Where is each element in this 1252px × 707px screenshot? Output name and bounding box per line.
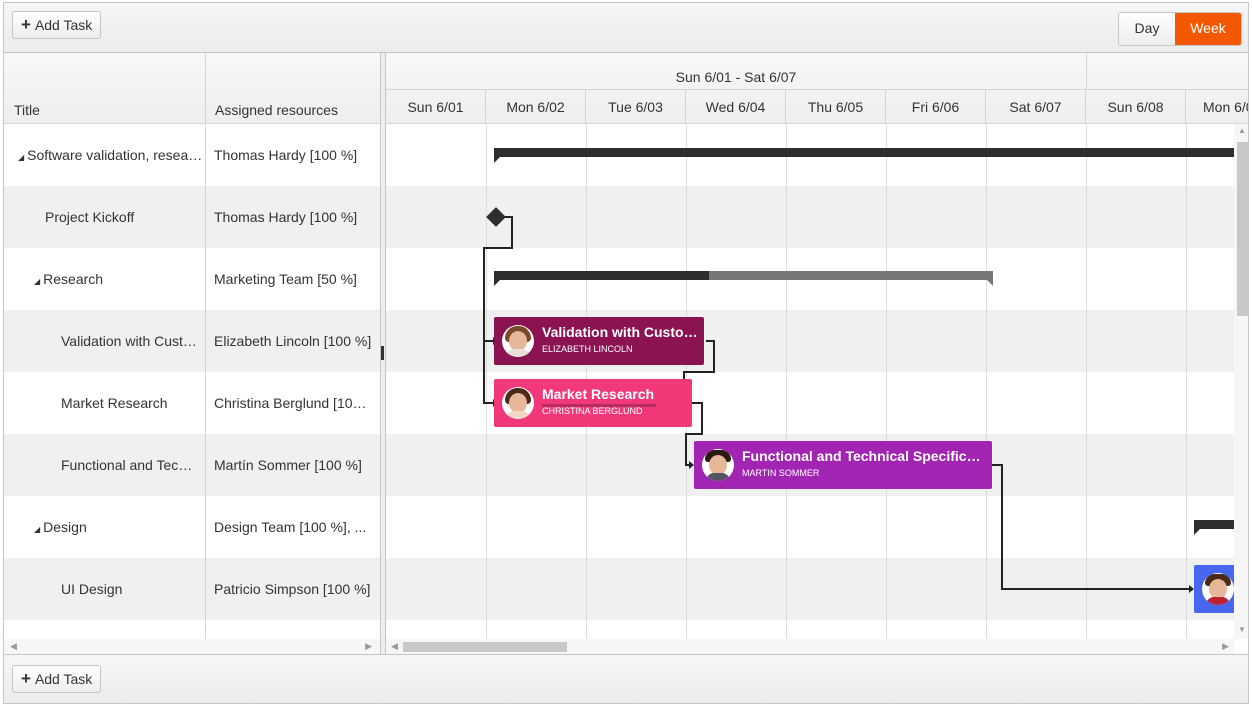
grid-row[interactable]: Market Research Christina Berglund [100 … bbox=[4, 372, 380, 434]
scroll-up-icon[interactable]: ▲ bbox=[1238, 126, 1246, 135]
grid-row[interactable]: UI Design Patricio Simpson [100 %] bbox=[4, 558, 380, 620]
timeline: Sun 6/01 - Sat 6/07 Sun 6/01 Mon 6/02 Tu… bbox=[386, 53, 1248, 654]
week-label: Sun 6/01 - Sat 6/07 bbox=[675, 69, 797, 85]
row-title: Design bbox=[43, 519, 87, 535]
summary-bar-software-validation[interactable] bbox=[494, 148, 1234, 163]
header-divider bbox=[205, 53, 206, 124]
day-header: Tue 6/03 bbox=[586, 90, 686, 124]
task-bar-market-research[interactable]: Market Research CHRISTINA BERGLUND bbox=[494, 379, 692, 427]
day-header: Thu 6/05 bbox=[786, 90, 886, 124]
grid-row[interactable]: Validation with Customers Elizabeth Linc… bbox=[4, 310, 380, 372]
day-header: Fri 6/06 bbox=[886, 90, 986, 124]
avatar bbox=[1202, 573, 1234, 605]
scroll-right-icon[interactable]: ▶ bbox=[365, 641, 372, 652]
avatar bbox=[502, 387, 534, 419]
day-header: Mon 6/02 bbox=[486, 90, 586, 124]
row-title: Market Research bbox=[61, 395, 168, 411]
scroll-down-icon[interactable]: ▼ bbox=[1238, 625, 1246, 634]
row-title: Project Kickoff bbox=[45, 209, 135, 225]
row-title: Software validation, research and implem… bbox=[27, 147, 204, 163]
scroll-right-icon[interactable]: ▶ bbox=[1222, 641, 1229, 652]
task-bar-functional-spec[interactable]: Functional and Technical Specification M… bbox=[694, 441, 992, 489]
row-resources: Patricio Simpson [100 %] bbox=[214, 581, 371, 597]
grid-row[interactable]: ◢ Research Marketing Team [50 %] bbox=[4, 248, 380, 310]
day-header: Wed 6/04 bbox=[686, 90, 786, 124]
avatar bbox=[702, 449, 734, 481]
row-resources: Christina Berglund [100 %] bbox=[214, 395, 374, 411]
collapse-icon[interactable]: ◢ bbox=[34, 525, 40, 534]
grid-header: Title Assigned resources bbox=[4, 53, 380, 124]
summary-bar-research[interactable] bbox=[494, 271, 993, 286]
top-toolbar: + Add Task Day Week bbox=[4, 3, 1248, 53]
add-task-button[interactable]: + Add Task bbox=[12, 665, 102, 693]
column-header-resources[interactable]: Assigned resources bbox=[205, 53, 380, 124]
grid-body: ◢Software validation, research and imple… bbox=[4, 124, 380, 639]
timeline-header: Sun 6/01 - Sat 6/07 Sun 6/01 Mon 6/02 Tu… bbox=[386, 53, 1248, 124]
grid-row[interactable]: ◢Software validation, research and imple… bbox=[4, 124, 380, 186]
row-resources: Thomas Hardy [100 %] bbox=[214, 209, 358, 225]
row-resources: Marketing Team [50 %] bbox=[214, 271, 357, 287]
day-header: Sun 6/08 bbox=[1086, 90, 1186, 124]
row-resources: Martín Sommer [100 %] bbox=[214, 457, 362, 473]
splitter-handle[interactable] bbox=[381, 346, 384, 360]
timeline-vertical-scrollbar[interactable]: ▲ ▼ bbox=[1234, 124, 1248, 639]
row-resources: Design Team [100 %], ... bbox=[214, 519, 367, 535]
task-bar-ui-design[interactable] bbox=[1194, 565, 1234, 613]
scroll-left-icon[interactable]: ◀ bbox=[391, 641, 398, 652]
summary-bar-design[interactable] bbox=[1194, 520, 1234, 535]
add-task-button[interactable]: + Add Task bbox=[12, 11, 102, 39]
task-bar-validation[interactable]: Validation with Custom... ELIZABETH LINC… bbox=[494, 317, 704, 365]
scroll-thumb[interactable] bbox=[1237, 142, 1248, 316]
grid-horizontal-scrollbar[interactable]: ◀ ▶ bbox=[4, 639, 380, 654]
gantt-chart: + Add Task Day Week Title Assigned resour… bbox=[3, 2, 1249, 704]
row-title: Research bbox=[43, 271, 104, 287]
scroll-thumb[interactable] bbox=[403, 642, 567, 652]
grid-row[interactable]: Functional and Technical Specification M… bbox=[4, 434, 380, 496]
progress-indicator bbox=[542, 404, 656, 407]
day-header: Sun 6/01 bbox=[386, 90, 486, 124]
collapse-icon[interactable]: ◢ bbox=[34, 277, 40, 286]
avatar bbox=[502, 325, 534, 357]
bottom-toolbar: + Add Task bbox=[4, 654, 1248, 703]
collapse-icon[interactable]: ◢ bbox=[18, 153, 24, 162]
row-title: Functional and Technical Specification bbox=[61, 457, 197, 473]
timeline-body: Validation with Custom... ELIZABETH LINC… bbox=[386, 124, 1234, 639]
grid-row[interactable]: Project Kickoff Thomas Hardy [100 %] bbox=[4, 186, 380, 248]
view-switcher: Day Week bbox=[1118, 12, 1242, 46]
row-title: UI Design bbox=[61, 581, 123, 597]
column-divider bbox=[205, 124, 206, 639]
task-grid: Title Assigned resources ◢ Software valid… bbox=[4, 53, 380, 654]
timeline-horizontal-scrollbar[interactable]: ◀ ▶ bbox=[386, 639, 1234, 654]
grid-row[interactable]: ◢ Design Design Team [100 %], ... bbox=[4, 496, 380, 558]
day-header: Sat 6/07 bbox=[986, 90, 1086, 124]
row-resources: Elizabeth Lincoln [100 %] bbox=[214, 333, 372, 349]
day-header: Mon 6/09 bbox=[1186, 90, 1248, 124]
column-header-title[interactable]: Title bbox=[4, 53, 205, 124]
view-day-button[interactable]: Day bbox=[1119, 13, 1175, 45]
row-title: Validation with Customers bbox=[61, 333, 197, 349]
week-separator bbox=[1086, 53, 1087, 89]
view-week-button[interactable]: Week bbox=[1175, 13, 1241, 45]
row-resources: Thomas Hardy [100 %] bbox=[214, 147, 358, 163]
scroll-left-icon[interactable]: ◀ bbox=[10, 641, 17, 652]
plus-icon: + bbox=[21, 15, 31, 34]
plus-icon: + bbox=[21, 669, 31, 688]
